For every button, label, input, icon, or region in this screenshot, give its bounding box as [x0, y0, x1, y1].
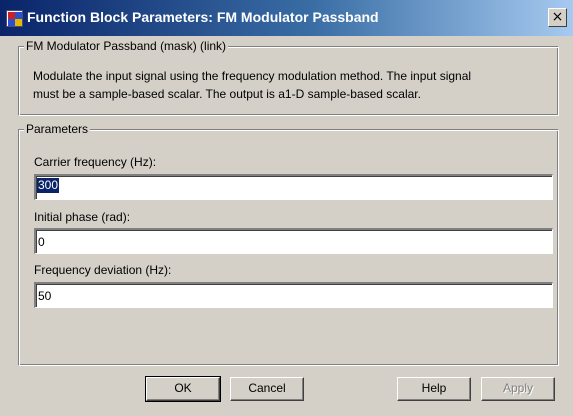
- frequency-deviation-input[interactable]: [34, 282, 553, 308]
- initial-phase-input[interactable]: [34, 228, 553, 254]
- initial-phase-label: Initial phase (rad):: [34, 210, 131, 224]
- carrier-frequency-input[interactable]: [34, 174, 553, 200]
- carrier-frequency-selection: 300: [37, 178, 60, 193]
- help-button[interactable]: Help: [397, 377, 471, 401]
- mask-description: Modulate the input signal using the freq…: [33, 67, 553, 103]
- simulink-block-icon: [6, 10, 23, 27]
- description-line-2: must be a sample-based scalar. The outpu…: [33, 87, 421, 101]
- mask-group-legend: FM Modulator Passband (mask) (link): [24, 39, 229, 53]
- close-icon[interactable]: ×: [548, 8, 567, 27]
- window-title: Function Block Parameters: FM Modulator …: [27, 9, 379, 25]
- description-line-1: Modulate the input signal using the freq…: [33, 69, 472, 83]
- apply-button[interactable]: Apply: [481, 377, 555, 401]
- parameters-group-legend: Parameters: [24, 122, 91, 136]
- title-bar[interactable]: Function Block Parameters: FM Modulator …: [0, 0, 573, 36]
- cancel-button[interactable]: Cancel: [230, 377, 304, 401]
- frequency-deviation-label: Frequency deviation (Hz):: [34, 263, 172, 277]
- dialog-window: Function Block Parameters: FM Modulator …: [0, 0, 573, 416]
- carrier-frequency-label: Carrier frequency (Hz):: [34, 155, 157, 169]
- ok-button[interactable]: OK: [145, 376, 221, 402]
